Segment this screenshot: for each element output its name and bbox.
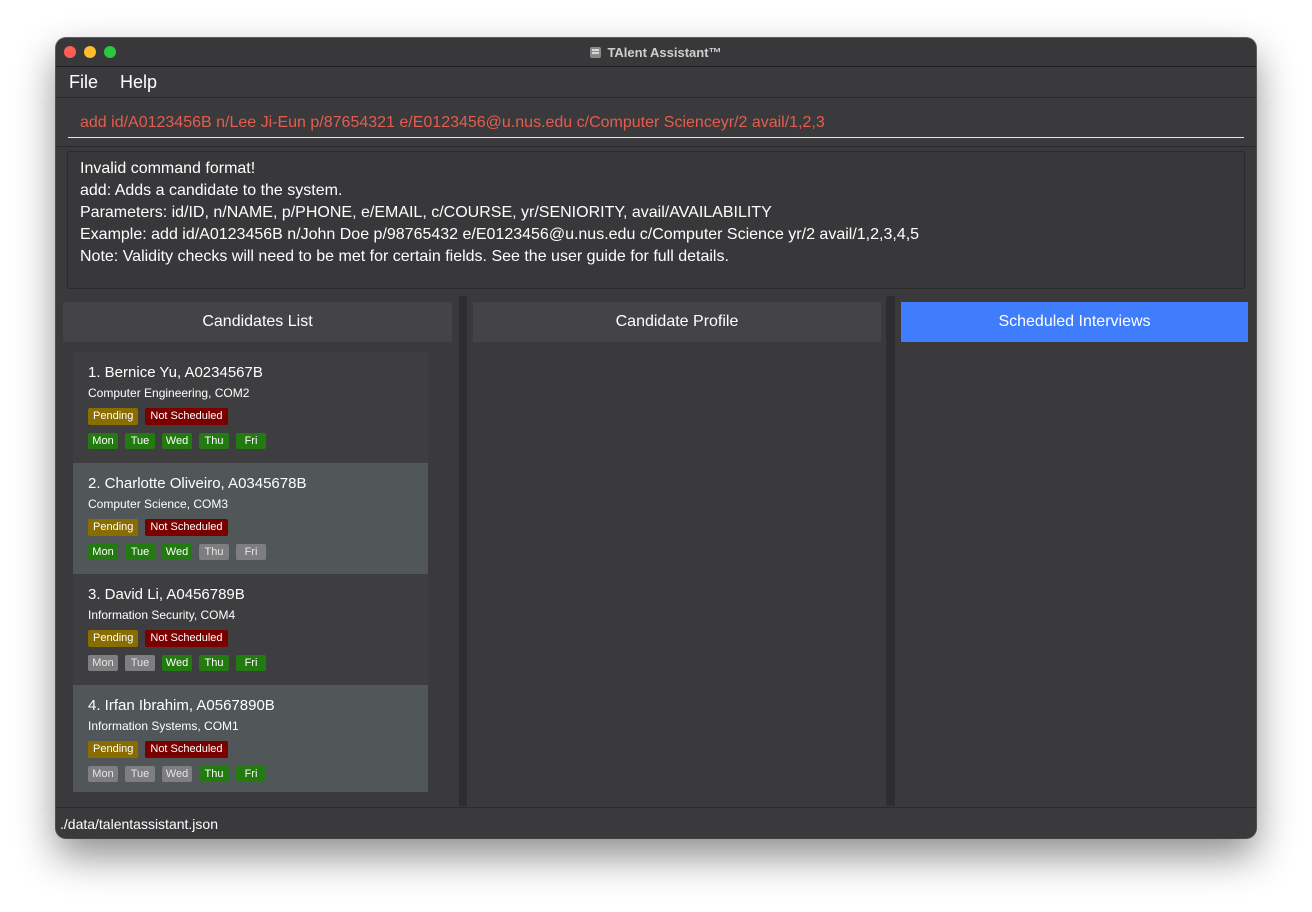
- candidates-list[interactable]: 1. Bernice Yu, A0234567B Computer Engine…: [73, 352, 443, 792]
- schedule-badge: Not Scheduled: [145, 519, 228, 536]
- result-display: Invalid command format! add: Adds a cand…: [67, 151, 1245, 289]
- result-line: add: Adds a candidate to the system.: [80, 182, 343, 199]
- data-file-path: ./data/talentassistant.json: [60, 815, 218, 832]
- candidate-profile-header[interactable]: Candidate Profile: [473, 302, 881, 342]
- candidate-course: Computer Science, COM3: [88, 497, 229, 511]
- menu-help[interactable]: Help: [111, 72, 166, 93]
- availability-day: Tue: [125, 433, 155, 449]
- availability-day: Thu: [199, 655, 229, 671]
- availability-day: Thu: [199, 766, 229, 782]
- app-icon: [590, 46, 602, 58]
- candidate-course: Information Systems, COM1: [88, 719, 239, 733]
- candidate-card[interactable]: 4. Irfan Ibrahim, A0567890B Information …: [73, 685, 428, 792]
- availability-day: Thu: [199, 544, 229, 560]
- title-bar: TAlent Assistant™: [56, 38, 1256, 67]
- candidate-name: 3. David Li, A0456789B: [88, 586, 245, 603]
- schedule-badge: Not Scheduled: [145, 741, 228, 758]
- minimize-window-button[interactable]: [84, 46, 96, 58]
- candidate-course: Information Security, COM4: [88, 608, 236, 622]
- profile-panel: Candidate Profile: [467, 296, 886, 806]
- availability-day: Mon: [88, 433, 118, 449]
- candidate-name: 1. Bernice Yu, A0234567B: [88, 364, 263, 381]
- app-window: TAlent Assistant™ File Help Invalid comm…: [56, 38, 1256, 838]
- status-bar: ./data/talentassistant.json: [56, 807, 1256, 838]
- menu-bar: File Help: [56, 67, 1256, 98]
- candidates-panel: Candidates List 1. Bernice Yu, A0234567B…: [56, 296, 459, 806]
- window-title: TAlent Assistant™: [607, 44, 722, 60]
- status-badge: Pending: [88, 519, 139, 536]
- result-line: Note: Validity checks will need to be me…: [80, 248, 729, 265]
- window-controls: [64, 46, 116, 58]
- status-badge: Pending: [88, 408, 139, 425]
- availability-day: Fri: [236, 544, 266, 560]
- schedule-badge: Not Scheduled: [145, 408, 228, 425]
- command-box: [56, 98, 1256, 147]
- candidate-card[interactable]: 2. Charlotte Oliveiro, A0345678B Compute…: [73, 463, 428, 574]
- scheduled-interviews-header[interactable]: Scheduled Interviews: [901, 302, 1248, 342]
- availability-day: Fri: [236, 655, 266, 671]
- close-window-button[interactable]: [64, 46, 76, 58]
- menu-file[interactable]: File: [60, 72, 107, 93]
- availability-day: Tue: [125, 655, 155, 671]
- status-badge: Pending: [88, 630, 139, 647]
- availability-day: Fri: [236, 766, 266, 782]
- candidate-name: 2. Charlotte Oliveiro, A0345678B: [88, 475, 307, 492]
- availability-day: Wed: [162, 544, 192, 560]
- window-title-group: TAlent Assistant™: [590, 44, 722, 60]
- candidate-card[interactable]: 3. David Li, A0456789B Information Secur…: [73, 574, 428, 685]
- availability-day: Tue: [125, 766, 155, 782]
- availability-day: Fri: [236, 433, 266, 449]
- maximize-window-button[interactable]: [104, 46, 116, 58]
- availability-day: Mon: [88, 655, 118, 671]
- candidate-course: Computer Engineering, COM2: [88, 386, 250, 400]
- candidate-card[interactable]: 1. Bernice Yu, A0234567B Computer Engine…: [73, 352, 428, 463]
- availability-day: Thu: [199, 433, 229, 449]
- candidates-list-header[interactable]: Candidates List: [63, 302, 452, 342]
- availability-day: Mon: [88, 766, 118, 782]
- availability-day: Wed: [162, 655, 192, 671]
- availability-day: Wed: [162, 433, 192, 449]
- availability-day: Wed: [162, 766, 192, 782]
- command-input[interactable]: [68, 108, 1244, 138]
- result-line: Example: add id/A0123456B n/John Doe p/9…: [80, 226, 920, 243]
- candidate-name: 4. Irfan Ibrahim, A0567890B: [88, 697, 275, 714]
- result-line: Invalid command format!: [80, 160, 256, 177]
- availability-day: Tue: [125, 544, 155, 560]
- panels-area: Candidates List 1. Bernice Yu, A0234567B…: [56, 296, 1256, 806]
- status-badge: Pending: [88, 741, 139, 758]
- interviews-panel: Scheduled Interviews: [895, 296, 1256, 806]
- result-line: Parameters: id/ID, n/NAME, p/PHONE, e/EM…: [80, 204, 772, 221]
- schedule-badge: Not Scheduled: [145, 630, 228, 647]
- availability-day: Mon: [88, 544, 118, 560]
